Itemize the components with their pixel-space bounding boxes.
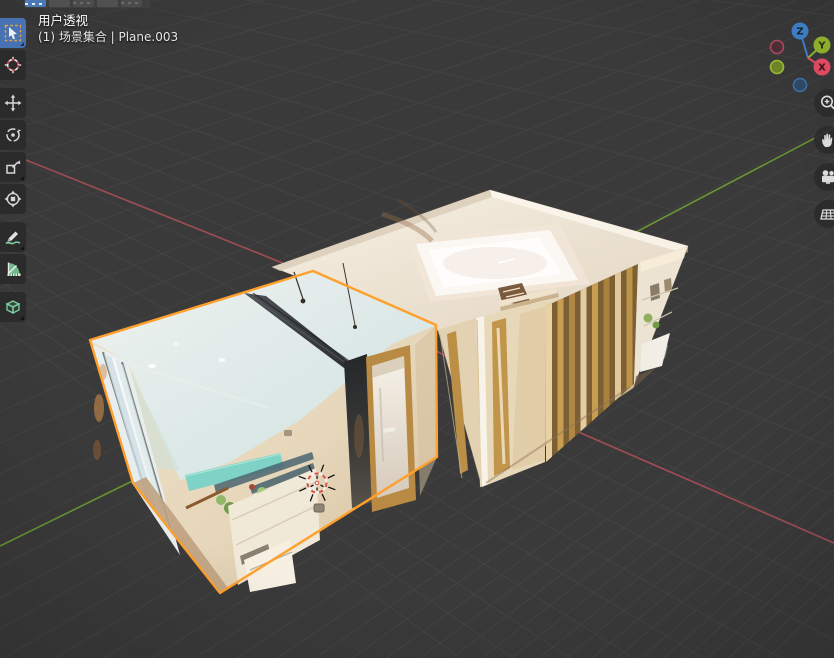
select-mode-bar xyxy=(24,0,150,8)
measure-protractor-icon xyxy=(4,260,22,278)
tool-move[interactable] xyxy=(0,88,26,118)
camera-icon xyxy=(817,166,834,188)
mode-tweak-button[interactable] xyxy=(25,0,46,7)
view-mode-label: 用户透视 xyxy=(38,12,178,29)
tool-scale[interactable] xyxy=(0,152,26,182)
cursor-tool-icon xyxy=(4,56,22,74)
gizmo-minus-z-ball[interactable] xyxy=(794,79,807,92)
tool-select-box[interactable] xyxy=(0,18,26,48)
tool-shelf xyxy=(0,18,27,324)
gizmo-y-label: Y xyxy=(817,41,826,52)
orthographic-toggle-button[interactable] xyxy=(814,200,834,228)
annotate-pencil-icon xyxy=(4,228,22,246)
gizmo-minus-x-ball[interactable] xyxy=(771,41,784,54)
tool-cursor[interactable] xyxy=(0,50,26,80)
vignette xyxy=(0,0,834,658)
transform-icon xyxy=(4,190,22,208)
viewport-canvas[interactable] xyxy=(0,0,834,658)
navigation-gizmo[interactable]: Z Y X xyxy=(757,8,834,100)
gizmo-x-label: X xyxy=(818,63,826,74)
tool-transform[interactable] xyxy=(0,184,26,214)
scene-breadcrumb: (1) 场景集合 | Plane.003 xyxy=(38,29,178,45)
tool-rotate[interactable] xyxy=(0,120,26,150)
move-icon xyxy=(4,94,22,112)
pan-button[interactable] xyxy=(814,126,834,154)
gizmo-minus-y-ball[interactable] xyxy=(771,61,784,74)
magnifier-plus-icon xyxy=(817,92,834,114)
tool-annotate[interactable] xyxy=(0,222,26,252)
tool-add-cube[interactable] xyxy=(0,292,26,322)
camera-view-button[interactable] xyxy=(814,163,834,191)
scale-icon xyxy=(4,158,22,176)
select-box-icon xyxy=(4,24,22,42)
subtool-indicator xyxy=(20,316,24,320)
mode-cursor-button[interactable] xyxy=(121,0,142,7)
zoom-button[interactable] xyxy=(814,89,834,117)
tool-measure[interactable] xyxy=(0,254,26,284)
subtool-indicator xyxy=(20,246,24,250)
subtool-indicator xyxy=(20,176,24,180)
hand-icon xyxy=(817,129,834,151)
gizmo-z-label: Z xyxy=(796,27,803,38)
grid-perspective-icon xyxy=(817,203,834,225)
mode-select-lasso-button[interactable] xyxy=(97,0,118,7)
blender-3d-viewport[interactable]: 用户透视 (1) 场景集合 | Plane.003 xyxy=(0,0,834,658)
rotate-icon xyxy=(4,126,22,144)
mode-select-circle-button[interactable] xyxy=(73,0,94,7)
viewport-hud: 用户透视 (1) 场景集合 | Plane.003 xyxy=(38,12,178,45)
mode-select-box-button[interactable] xyxy=(49,0,70,7)
subtool-indicator xyxy=(20,42,24,46)
add-cube-icon xyxy=(4,298,22,316)
viewport-nav-buttons xyxy=(814,89,834,237)
